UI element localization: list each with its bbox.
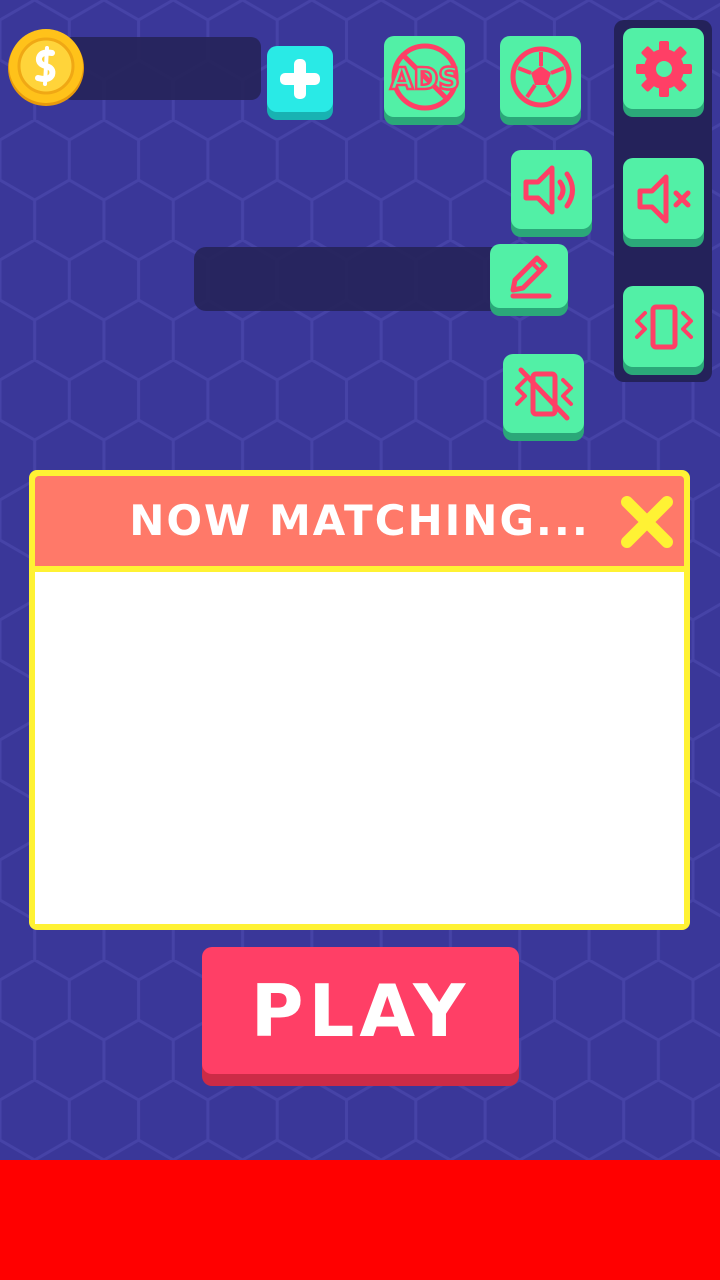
ad-banner[interactable]	[0, 1160, 720, 1280]
edit-name-button[interactable]	[490, 244, 568, 308]
gear-icon	[635, 40, 692, 97]
vibration-button[interactable]	[623, 286, 704, 367]
plus-icon	[280, 59, 320, 99]
vibration-icon	[634, 304, 693, 349]
mute-button[interactable]	[623, 158, 704, 239]
remove-ads-button[interactable]: ADS	[384, 36, 465, 117]
ball-select-button[interactable]	[500, 36, 581, 117]
mute-icon	[637, 174, 690, 223]
close-x-icon	[621, 496, 673, 548]
coin-icon	[8, 28, 88, 108]
soccer-ball-icon	[510, 46, 571, 107]
sound-on-button[interactable]	[511, 150, 592, 229]
close-popup-button[interactable]	[619, 494, 675, 550]
pencil-icon	[510, 255, 552, 299]
add-coins-button[interactable]	[267, 46, 333, 112]
play-button[interactable]: PLAY	[202, 947, 519, 1074]
popup-body	[35, 572, 684, 924]
matching-popup: NOW MATCHING...	[29, 470, 690, 930]
player-name-bar	[194, 247, 524, 311]
popup-header: NOW MATCHING...	[35, 476, 684, 566]
settings-button[interactable]	[623, 28, 704, 109]
svg-text:ADS: ADS	[390, 62, 460, 97]
popup-title: NOW MATCHING...	[129, 496, 590, 545]
no-ads-icon: ADS	[388, 43, 461, 110]
coin-balance-bar	[62, 37, 261, 100]
sound-on-icon	[523, 165, 575, 214]
vibration-off-icon	[514, 367, 573, 420]
vibration-off-button[interactable]	[503, 354, 584, 433]
